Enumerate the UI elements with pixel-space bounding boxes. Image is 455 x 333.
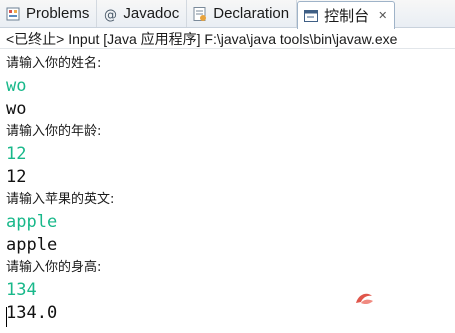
svg-text:@: @ xyxy=(104,8,117,22)
console-output-line: wo xyxy=(6,99,27,119)
view-tab-bar: Problems @ Javadoc Declaration 控制台 ✕ xyxy=(0,0,455,29)
tab-declaration[interactable]: Declaration xyxy=(187,0,298,27)
logo-watermark-icon xyxy=(352,289,378,309)
console-output-line: apple xyxy=(6,235,58,255)
close-icon[interactable]: ✕ xyxy=(378,9,387,22)
console-prompt-line: 请输入你的年龄: xyxy=(6,124,102,139)
at-icon: @ xyxy=(102,6,118,22)
console-process-label: <已终止> Input [Java 应用程序] F:\java\java too… xyxy=(0,29,455,49)
tab-label: 控制台 xyxy=(324,8,370,25)
declaration-icon xyxy=(192,6,208,22)
console-prompt-line: 请输入你的姓名: xyxy=(6,56,102,71)
console-prompt-line: 请输入苹果的英文: xyxy=(6,192,115,207)
console-input-line: 12 xyxy=(6,144,27,164)
console-prompt-line: 请输入你的身高: xyxy=(6,260,102,275)
tab-label: Problems xyxy=(26,5,90,22)
tab-label: Javadoc xyxy=(123,5,180,22)
console-input-line: wo xyxy=(6,76,27,96)
console-output-line: 134.0 xyxy=(6,303,58,323)
console-output-line: 12 xyxy=(6,167,27,187)
tab-label: Declaration xyxy=(213,5,290,22)
tab-problems[interactable]: Problems xyxy=(0,0,98,27)
console-output[interactable]: 请输入你的姓名: wo wo 请输入你的年龄: 12 12 请输入苹果的英文: apple ap… xyxy=(0,50,455,333)
text-cursor xyxy=(6,307,7,327)
tab-console[interactable]: 控制台 ✕ xyxy=(297,1,396,29)
problems-icon xyxy=(5,6,21,22)
console-input-line: 134 xyxy=(6,280,37,300)
console-icon xyxy=(303,8,319,24)
tab-javadoc[interactable]: @ Javadoc xyxy=(97,0,188,27)
console-input-line: apple xyxy=(6,212,58,232)
